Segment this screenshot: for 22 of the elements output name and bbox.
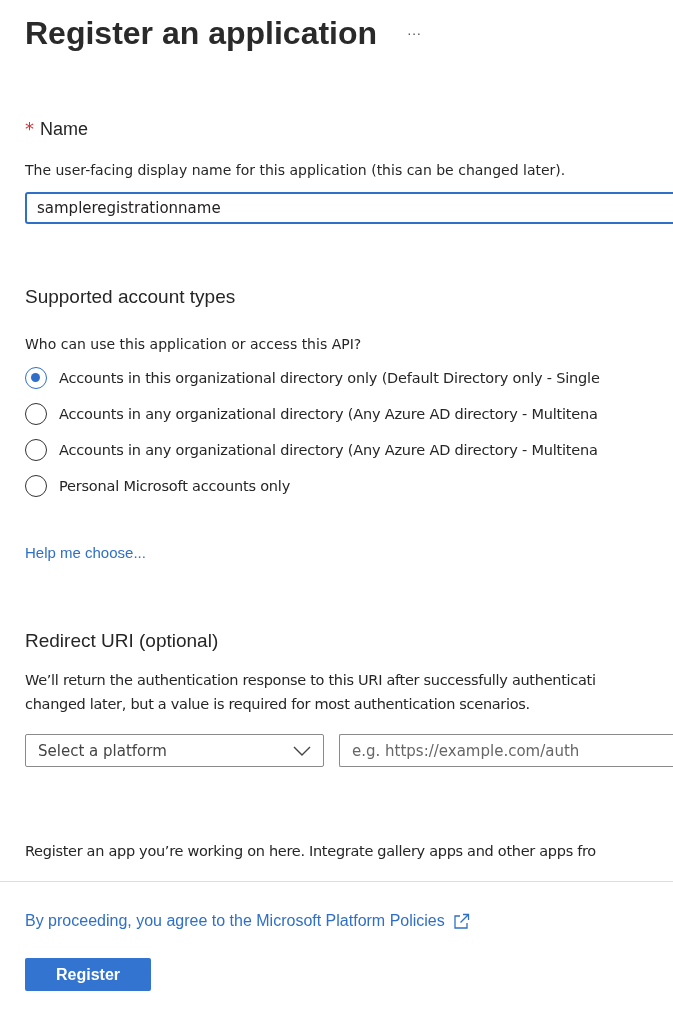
redirect-description: We’ll return the authentication response to this URI after successfully authenticati changed later, but a value is required for most authentication scenarios.	[25, 671, 597, 714]
radio-label: Accounts in any organizational directory (Any Azure AD directory - Multitena	[59, 442, 598, 458]
platform-dropdown[interactable]: Select a platform	[25, 734, 324, 767]
register-button[interactable]: Register	[25, 958, 151, 991]
more-button[interactable]: ···	[407, 25, 422, 41]
radio-label: Accounts in this organizational directory only (Default Directory only - Single	[59, 370, 600, 386]
section-heading: Supported account types	[25, 286, 237, 308]
uri-input-field[interactable]: e.g. https://example.com/auth	[339, 734, 673, 767]
help-link[interactable]: Help me choose...	[25, 544, 146, 561]
field-label: Name	[40, 119, 88, 140]
radio-label: Personal Microsoft accounts only	[59, 478, 291, 494]
external-link-icon	[452, 912, 470, 930]
question-text: Who can use this application or access this API?	[25, 335, 363, 354]
required-mark: *	[25, 118, 34, 139]
policy-link[interactable]: By proceeding, you agree to the Microsoft Platform Policies	[25, 912, 673, 930]
info-text: Register an app you’re working on here. Integrate gallery apps and other apps fro	[25, 842, 597, 861]
field-description: The user-facing display name for this application (this can be changed later).	[25, 161, 567, 180]
section-heading: Redirect URI (optional)	[25, 630, 220, 652]
radio-label: Accounts in any organizational directory (Any Azure AD directory - Multitena	[59, 406, 598, 422]
chevron-down-icon	[293, 745, 311, 756]
page-title: Register an application	[25, 14, 378, 52]
name-input-field[interactable]: sampleregistrationname	[25, 192, 673, 224]
